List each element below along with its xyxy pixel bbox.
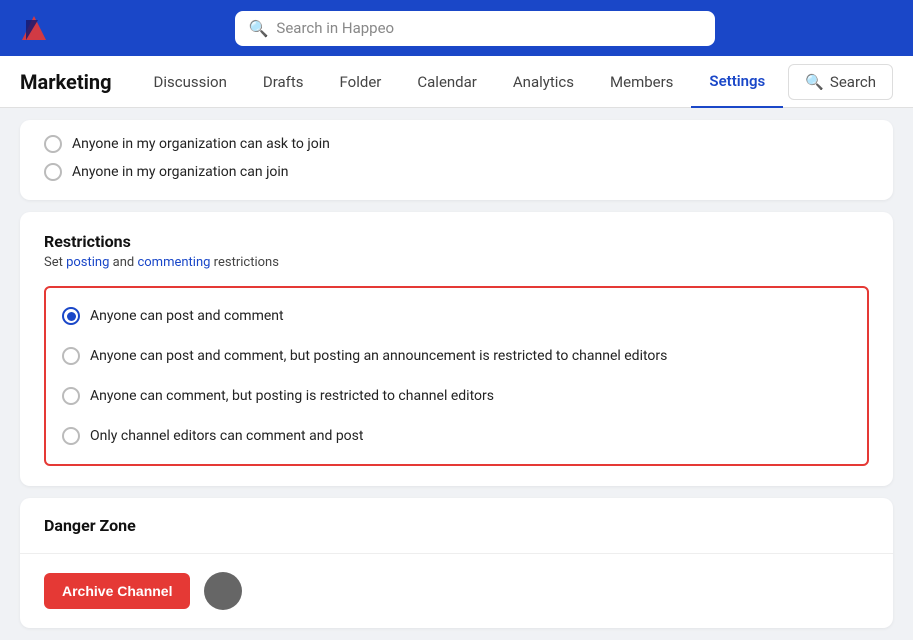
nav-link-folder[interactable]: Folder xyxy=(322,57,400,107)
restrictions-title: Restrictions xyxy=(44,232,869,251)
restriction-label-2: Anyone can post and comment, but posting… xyxy=(90,348,667,364)
radio-restriction-2[interactable] xyxy=(62,347,80,365)
danger-zone-header: Danger Zone xyxy=(20,498,893,554)
user-avatar xyxy=(204,572,242,610)
nav-link-drafts[interactable]: Drafts xyxy=(245,57,322,107)
restriction-option-3[interactable]: Anyone can comment, but posting is restr… xyxy=(62,382,851,410)
nav-link-analytics[interactable]: Analytics xyxy=(495,57,592,107)
danger-zone-card: Danger Zone Archive Channel xyxy=(20,498,893,628)
posting-link[interactable]: posting xyxy=(66,255,109,270)
restriction-option-4[interactable]: Only channel editors can comment and pos… xyxy=(62,422,851,450)
restriction-option-1[interactable]: Anyone can post and comment xyxy=(62,302,851,330)
topbar-search-container: 🔍 Search in Happeo xyxy=(52,11,897,46)
radio-inner-1 xyxy=(67,312,76,321)
restrictions-subtitle: Set posting and commenting restrictions xyxy=(44,255,869,270)
danger-zone-body: Archive Channel xyxy=(20,554,893,628)
join-options-card: Anyone in my organization can ask to joi… xyxy=(20,120,893,200)
restriction-label-3: Anyone can comment, but posting is restr… xyxy=(90,388,494,404)
main-content: Anyone in my organization can ask to joi… xyxy=(0,108,913,640)
radio-restriction-1[interactable] xyxy=(62,307,80,325)
join-option-ask[interactable]: Anyone in my organization can ask to joi… xyxy=(44,130,869,158)
nav-link-members[interactable]: Members xyxy=(592,57,691,107)
sub-nav-links: Discussion Drafts Folder Calendar Analyt… xyxy=(136,56,789,108)
sub-nav-search-button[interactable]: 🔍 Search xyxy=(788,64,893,100)
restrictions-card: Restrictions Set posting and commenting … xyxy=(20,212,893,486)
search-icon-small: 🔍 xyxy=(805,73,824,91)
top-bar: 🔍 Search in Happeo xyxy=(0,0,913,56)
restriction-option-2[interactable]: Anyone can post and comment, but posting… xyxy=(62,342,851,370)
nav-link-discussion[interactable]: Discussion xyxy=(136,57,245,107)
join-option-ask-label: Anyone in my organization can ask to joi… xyxy=(72,136,330,152)
join-option-join[interactable]: Anyone in my organization can join xyxy=(44,158,869,186)
nav-link-settings[interactable]: Settings xyxy=(691,56,783,108)
sub-nav: Marketing Discussion Drafts Folder Calen… xyxy=(0,56,913,108)
radio-ask[interactable] xyxy=(44,135,62,153)
danger-zone-title: Danger Zone xyxy=(44,516,136,535)
join-option-join-label: Anyone in my organization can join xyxy=(72,164,289,180)
topbar-search-placeholder: Search in Happeo xyxy=(276,19,394,37)
topbar-search-bar[interactable]: 🔍 Search in Happeo xyxy=(235,11,715,46)
radio-restriction-3[interactable] xyxy=(62,387,80,405)
restriction-label-1: Anyone can post and comment xyxy=(90,308,284,324)
restrictions-options-box: Anyone can post and comment Anyone can p… xyxy=(44,286,869,466)
app-logo[interactable] xyxy=(16,10,52,46)
archive-channel-button[interactable]: Archive Channel xyxy=(44,573,190,609)
search-icon: 🔍 xyxy=(249,19,269,38)
commenting-link[interactable]: commenting xyxy=(137,255,210,270)
radio-restriction-4[interactable] xyxy=(62,427,80,445)
sub-nav-search-label: Search xyxy=(830,73,876,91)
nav-link-calendar[interactable]: Calendar xyxy=(399,57,495,107)
radio-join[interactable] xyxy=(44,163,62,181)
restriction-label-4: Only channel editors can comment and pos… xyxy=(90,428,363,444)
channel-title: Marketing xyxy=(20,70,112,94)
